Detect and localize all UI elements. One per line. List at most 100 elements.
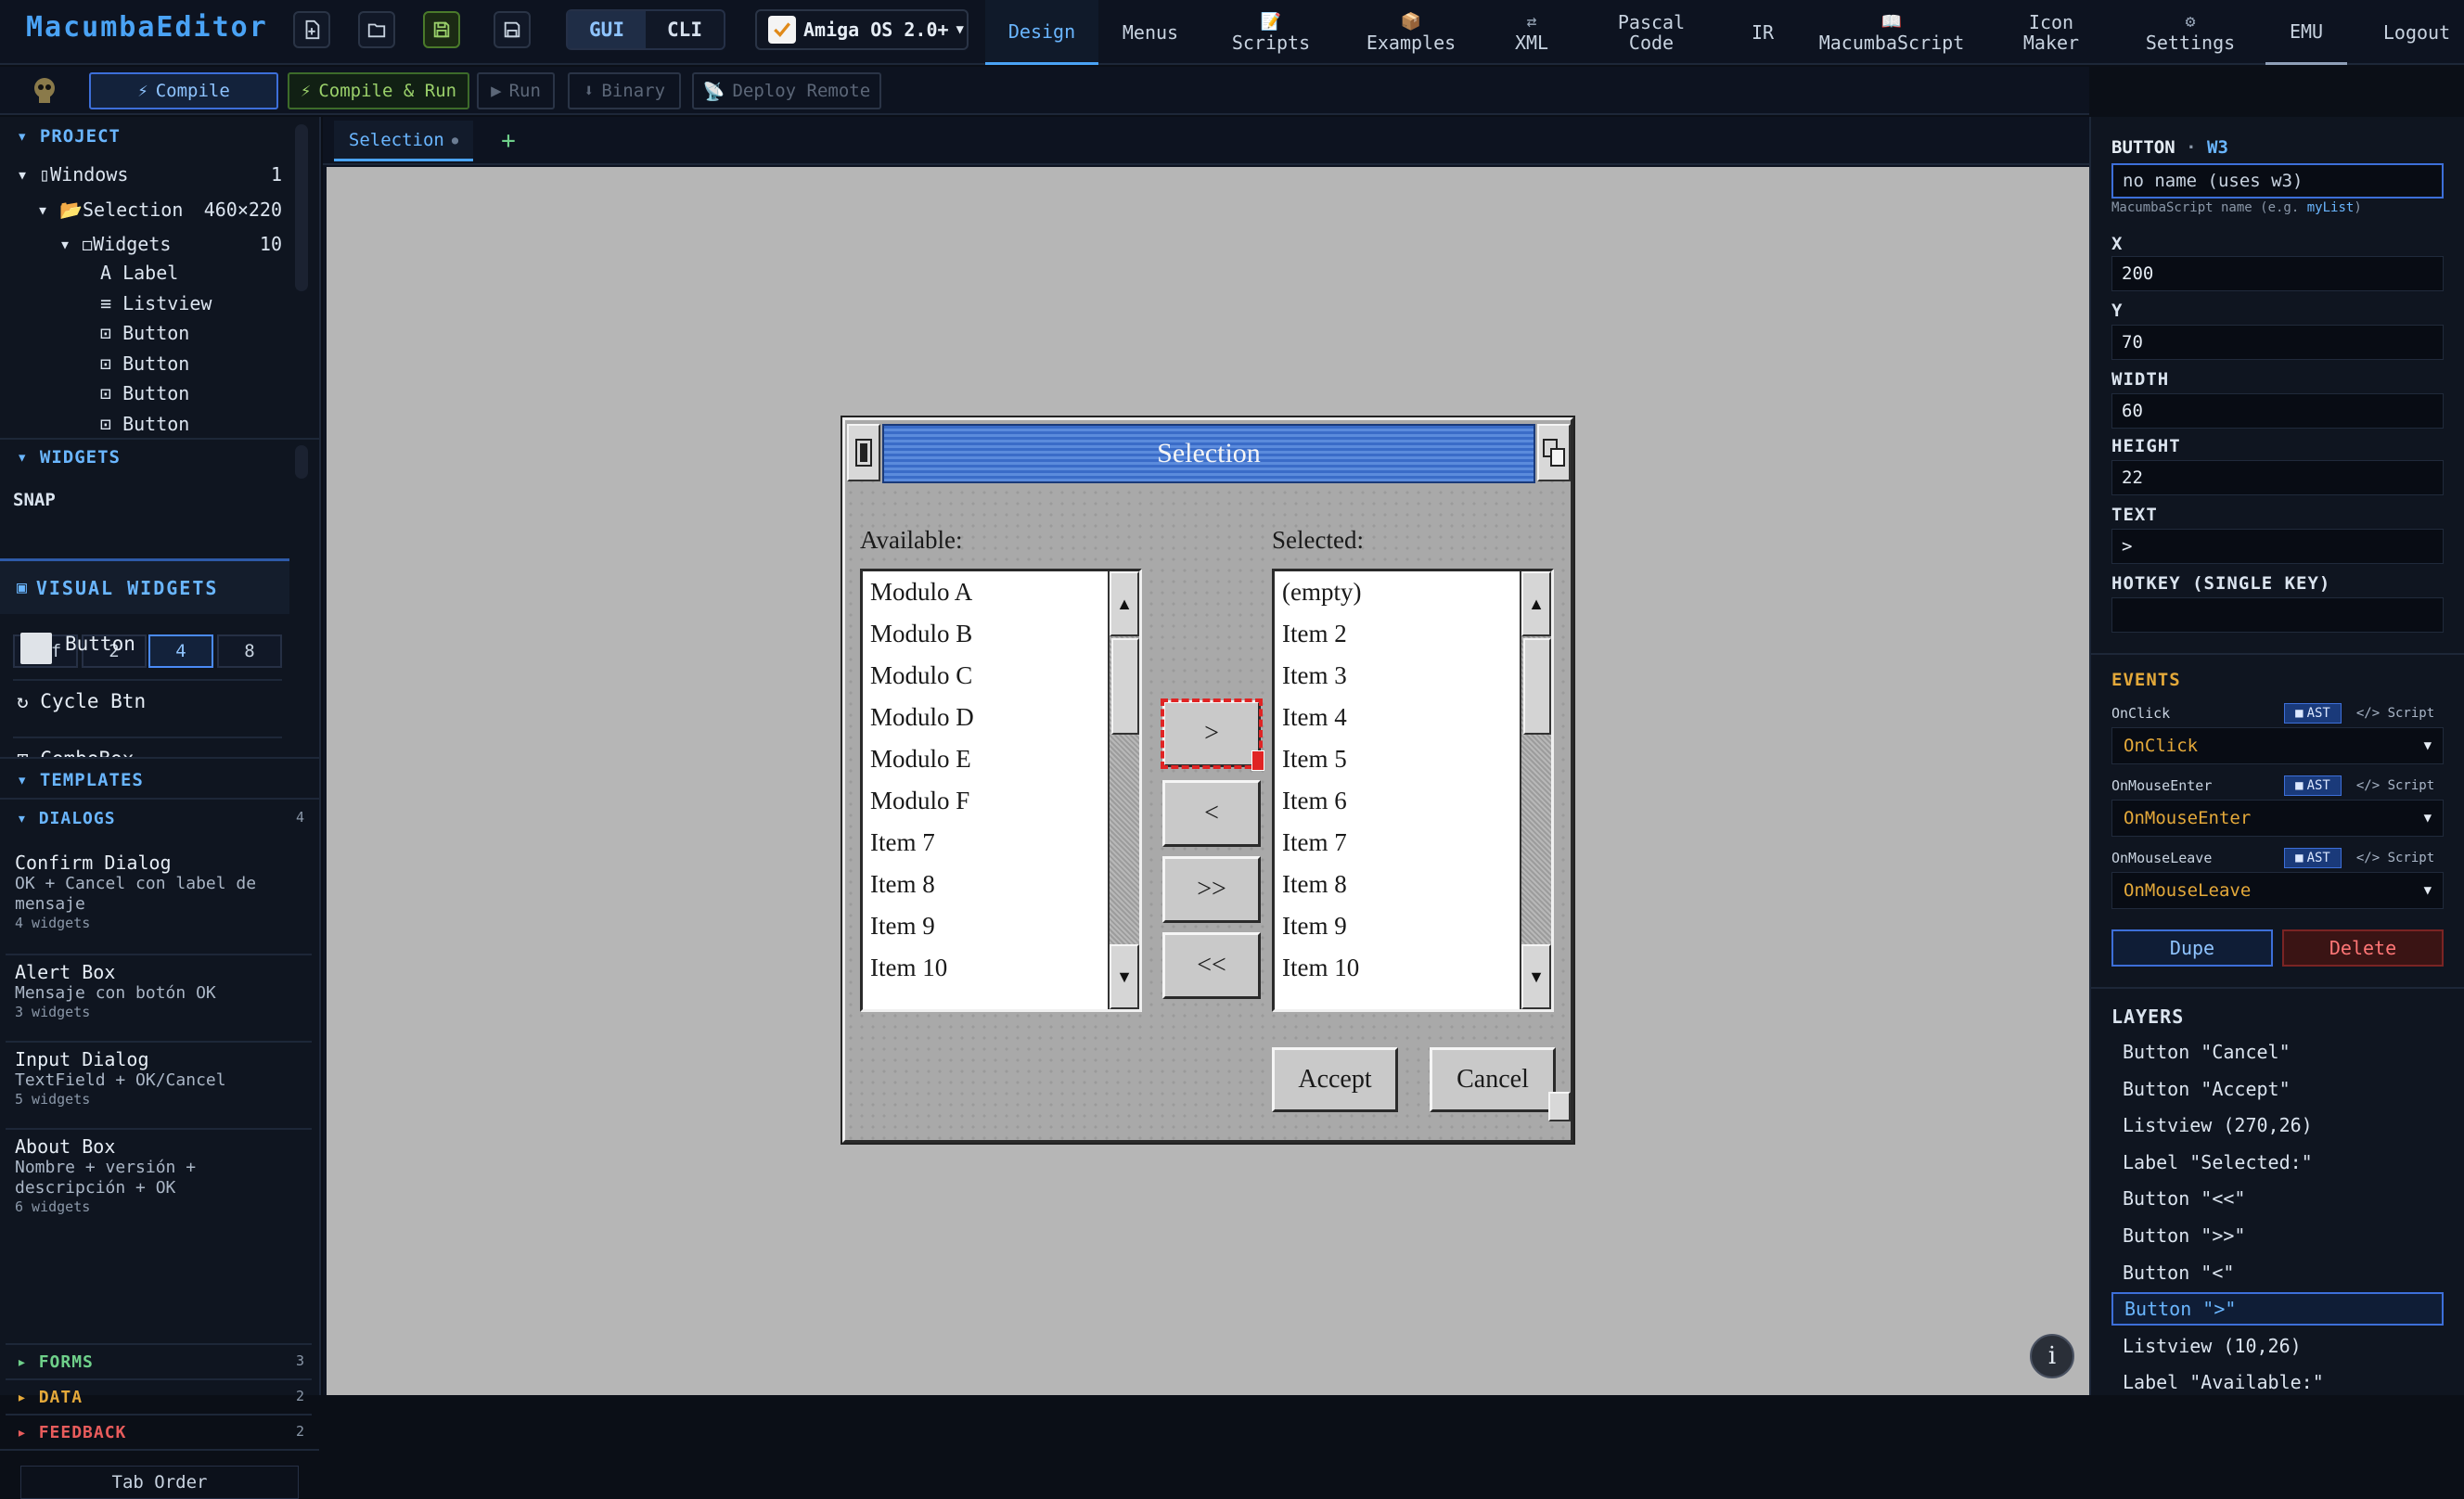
delete-button[interactable]: Delete (2282, 929, 2444, 967)
scroll-up-icon[interactable]: ▲ (1110, 571, 1139, 636)
text-input[interactable]: > (2111, 529, 2444, 564)
list-item[interactable]: Item 10 (1275, 947, 1520, 989)
onmouseenter-ast-button[interactable]: ■ AST (2284, 775, 2342, 796)
list-item[interactable]: Modulo A (863, 571, 1108, 613)
tab-order-button[interactable]: Tab Order (20, 1466, 299, 1499)
list-item[interactable]: Item 6 (1275, 780, 1520, 822)
x-input[interactable]: 200 (2111, 256, 2444, 291)
compile-button[interactable]: ⚡ Compile (89, 72, 278, 109)
templates-forms-group[interactable]: ▸ FORMS 3 (17, 1352, 304, 1372)
remove-button[interactable]: < (1162, 780, 1261, 847)
project-header[interactable]: ▾ PROJECT (17, 126, 121, 147)
height-input[interactable]: 22 (2111, 460, 2444, 495)
onmouseenter-select[interactable]: OnMouseEnter ▼ (2111, 800, 2444, 837)
widgets-scrollbar[interactable] (295, 445, 308, 479)
scroll-down-icon[interactable]: ▼ (1110, 944, 1139, 1009)
tree-item-label[interactable]: A Label (100, 262, 178, 284)
layer-item[interactable]: Button "<" (2111, 1256, 2444, 1289)
doc-tab-selection[interactable]: Selection ● (334, 121, 473, 161)
list-item[interactable]: Modulo F (863, 780, 1108, 822)
list-item[interactable]: Modulo D (863, 697, 1108, 738)
widget-name-input[interactable]: no name (uses w3) (2111, 163, 2444, 199)
add-all-button[interactable]: >> (1162, 856, 1261, 923)
available-listview[interactable]: Modulo A Modulo B Modulo C Modulo D Modulo E… (860, 569, 1142, 1012)
new-file-button[interactable] (293, 11, 330, 48)
open-folder-button[interactable] (358, 11, 395, 48)
list-item[interactable]: Item 3 (1275, 655, 1520, 697)
tab-xml[interactable]: ⇄ XML (1499, 0, 1564, 65)
cancel-button[interactable]: Cancel (1430, 1047, 1556, 1112)
layer-item[interactable]: Button "Accept" (2111, 1072, 2444, 1106)
onmouseleave-script-button[interactable]: </> Script (2347, 848, 2444, 868)
templates-data-group[interactable]: ▸ DATA 2 (17, 1388, 304, 1407)
widgets-header[interactable]: ▾ WIDGETS (17, 447, 121, 468)
templates-header-row[interactable]: ▾ TEMPLATES (17, 770, 144, 790)
list-item[interactable]: Item 9 (863, 905, 1108, 947)
duplicate-button[interactable]: Dupe (2111, 929, 2273, 967)
list-item[interactable]: Modulo C (863, 655, 1108, 697)
tree-widgets[interactable]: ▾ ◻Widgets 10 (59, 233, 282, 255)
amiga-title-bar[interactable]: Selection (882, 424, 1535, 483)
tab-settings[interactable]: ⚙ Settings (2139, 0, 2241, 65)
logout-link[interactable]: Logout (2375, 0, 2458, 65)
onclick-script-button[interactable]: </> Script (2347, 703, 2444, 724)
resize-handle[interactable] (1251, 750, 1264, 771)
tree-item-button[interactable]: ⊡ Button (100, 352, 189, 375)
layer-item[interactable]: Label "Available:" (2111, 1365, 2444, 1399)
save-as-button[interactable] (494, 11, 531, 48)
list-item[interactable]: Item 7 (863, 822, 1108, 864)
layer-item[interactable]: Listview (270,26) (2111, 1108, 2444, 1142)
list-item[interactable]: Item 10 (863, 947, 1108, 989)
tree-selection-window[interactable]: ▾ 📂Selection 460×220 (37, 199, 282, 221)
tab-examples[interactable]: 📦 Examples (1360, 0, 1462, 65)
y-input[interactable]: 70 (2111, 325, 2444, 360)
list-item[interactable]: Item 9 (1275, 905, 1520, 947)
cli-mode-button[interactable]: CLI (646, 11, 724, 48)
scroll-thumb[interactable] (1523, 638, 1551, 735)
template-alert-box[interactable]: Alert Box Mensaje con botón OK 3 widgets (15, 961, 302, 1020)
widget-button-item[interactable]: Button (65, 633, 135, 655)
tab-scripts[interactable]: 📝 Scripts (1225, 0, 1317, 65)
gui-mode-button[interactable]: GUI (568, 11, 646, 48)
add-tab-icon[interactable]: + (490, 121, 527, 161)
size-gadget-icon[interactable] (1548, 1092, 1571, 1121)
compile-run-button[interactable]: ⚡ Compile & Run (288, 72, 469, 109)
layer-item[interactable]: Button ">>" (2111, 1219, 2444, 1252)
deploy-remote-button[interactable]: 📡 Deploy Remote (692, 72, 881, 109)
tab-ir[interactable]: IR (1735, 0, 1790, 65)
onclick-select[interactable]: OnClick ▼ (2111, 727, 2444, 764)
tab-emu[interactable]: EMU (2265, 0, 2347, 65)
list-item[interactable]: Item 5 (1275, 738, 1520, 780)
layer-item[interactable]: Label "Selected:" (2111, 1146, 2444, 1179)
list-item[interactable]: Modulo B (863, 613, 1108, 655)
remove-all-button[interactable]: << (1162, 932, 1261, 999)
scroll-down-icon[interactable]: ▼ (1521, 944, 1551, 1009)
available-scrollbar[interactable]: ▲ ▼ (1108, 571, 1139, 1009)
add-button[interactable]: > (1161, 698, 1263, 769)
tab-macumbascript[interactable]: 📖 MacumbaScript (1813, 0, 1970, 65)
onmouseleave-select[interactable]: OnMouseLeave ▼ (2111, 872, 2444, 909)
close-gadget-icon[interactable] (847, 424, 880, 481)
scroll-up-icon[interactable]: ▲ (1521, 571, 1551, 636)
tab-icon-maker[interactable]: Icon Maker (2009, 0, 2093, 65)
layer-item[interactable]: Button ">" (2111, 1292, 2444, 1326)
tab-pascal-code[interactable]: Pascal Code (1605, 0, 1698, 65)
info-icon[interactable]: i (2030, 1334, 2074, 1378)
tree-item-button[interactable]: ⊡ Button (100, 322, 189, 344)
tab-design[interactable]: Design (985, 0, 1098, 65)
amiga-window-selection[interactable]: Selection Available: Selected: Modulo AM… (842, 417, 1573, 1143)
width-input[interactable]: 60 (2111, 393, 2444, 429)
list-item[interactable]: Item 8 (863, 864, 1108, 905)
hotkey-input[interactable] (2111, 597, 2444, 633)
list-item[interactable]: Item 2 (1275, 613, 1520, 655)
accept-button[interactable]: Accept (1272, 1047, 1398, 1112)
templates-feedback-group[interactable]: ▸ FEEDBACK 2 (17, 1423, 304, 1442)
onmouseleave-ast-button[interactable]: ■ AST (2284, 848, 2342, 868)
save-button[interactable] (423, 11, 460, 48)
list-item[interactable]: Item 8 (1275, 864, 1520, 905)
tab-menus[interactable]: Menus (1104, 0, 1197, 65)
template-input-dialog[interactable]: Input Dialog TextField + OK/Cancel 5 wid… (15, 1048, 302, 1108)
selected-scrollbar[interactable]: ▲ ▼ (1520, 571, 1551, 1009)
selected-listview[interactable]: (empty) Item 2 Item 3 Item 4 Item 5 Item 6 Ite… (1272, 569, 1554, 1012)
template-confirm-dialog[interactable]: Confirm Dialog OK + Cancel con label de … (15, 852, 302, 931)
